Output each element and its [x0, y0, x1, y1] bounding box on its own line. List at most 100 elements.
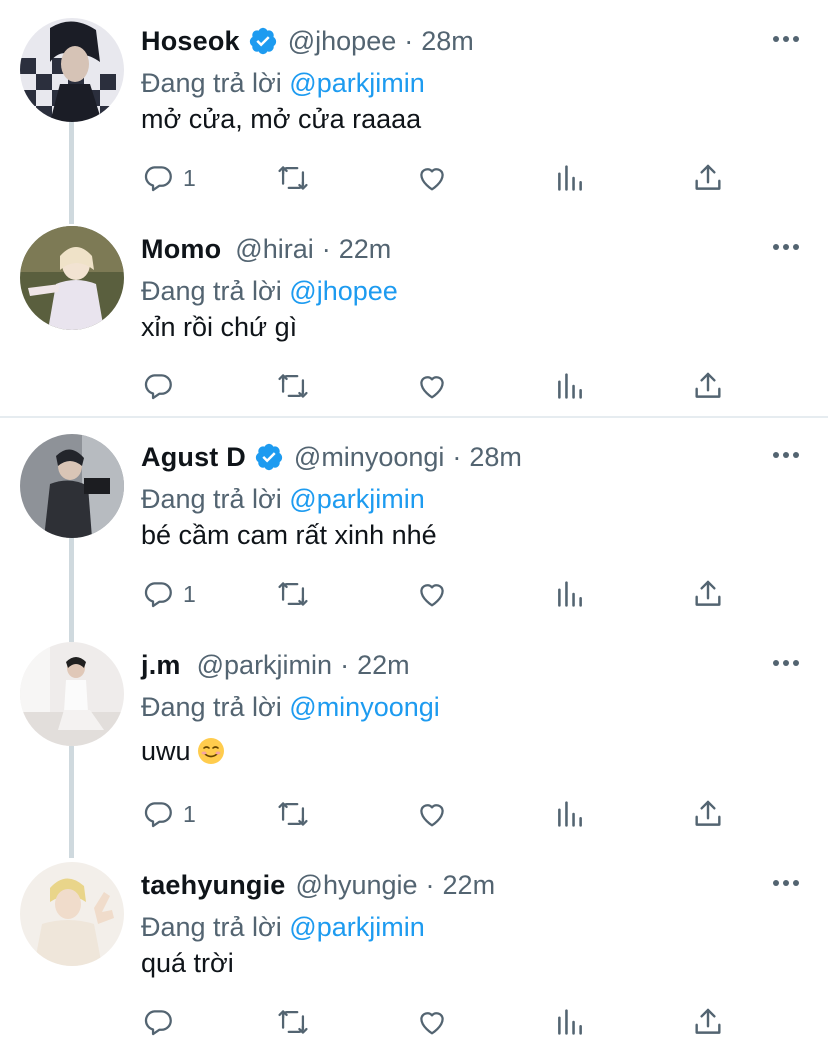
reply-count: 1	[183, 580, 196, 607]
tweet-text-container: uwu	[141, 736, 225, 767]
timestamp[interactable]: 22m	[443, 870, 496, 901]
tweet[interactable]: Agust D @minyoongi · 28m Đang trả lời @p…	[0, 434, 828, 624]
retweet-icon	[278, 374, 308, 398]
share-button[interactable]	[691, 574, 725, 614]
tweet-text: quá trời	[141, 948, 234, 978]
heart-icon	[420, 168, 444, 191]
replying-to: Đang trả lời @jhopee	[141, 276, 398, 307]
replying-to-label: Đang trả lời	[141, 276, 282, 306]
avatar[interactable]	[20, 434, 124, 538]
replying-to-label: Đang trả lời	[141, 692, 282, 722]
reply-button[interactable]: 1	[141, 574, 196, 614]
tweet[interactable]: Hoseok @jhopee · 28m Đang trả lời @parkj…	[0, 18, 828, 208]
views-button[interactable]	[553, 158, 587, 198]
replying-to: Đang trả lời @minyoongi	[141, 692, 440, 723]
timestamp[interactable]: 22m	[357, 650, 410, 681]
views-icon	[558, 801, 582, 827]
more-icon[interactable]	[772, 878, 800, 888]
like-button[interactable]	[415, 158, 449, 198]
more-icon[interactable]	[772, 450, 800, 460]
handle[interactable]: @minyoongi	[294, 442, 444, 473]
reply-icon	[144, 802, 172, 828]
mention-link[interactable]: @jhopee	[289, 276, 398, 306]
avatar[interactable]	[20, 18, 124, 122]
views-icon	[558, 1009, 582, 1035]
reply-button[interactable]	[141, 366, 183, 406]
share-button[interactable]	[691, 794, 725, 834]
timestamp[interactable]: 28m	[469, 442, 522, 473]
heart-icon	[420, 376, 444, 399]
mention-link[interactable]: @minyoongi	[289, 692, 439, 722]
share-button[interactable]	[691, 158, 725, 198]
retweet-button[interactable]	[276, 794, 310, 834]
timestamp[interactable]: 22m	[339, 234, 392, 265]
action-bar: 1	[141, 158, 741, 198]
tweet[interactable]: taehyungie @hyungie · 22m Đang trả lời @…	[0, 862, 828, 1052]
handle[interactable]: @hirai	[235, 234, 313, 265]
retweet-button[interactable]	[276, 158, 310, 198]
reply-icon	[144, 166, 172, 192]
reply-count: 1	[183, 164, 196, 191]
more-icon[interactable]	[772, 658, 800, 668]
heart-icon	[420, 1012, 444, 1035]
retweet-button[interactable]	[276, 1002, 310, 1042]
handle[interactable]: @hyungie	[296, 870, 418, 901]
views-button[interactable]	[553, 366, 587, 406]
display-name[interactable]: taehyungie	[141, 870, 286, 901]
like-button[interactable]	[415, 574, 449, 614]
views-icon	[558, 581, 582, 607]
like-button[interactable]	[415, 794, 449, 834]
reply-button[interactable]: 1	[141, 158, 196, 198]
separator-dot: ·	[404, 25, 414, 56]
reply-count: 1	[183, 800, 196, 827]
replying-to: Đang trả lời @parkjimin	[141, 484, 425, 515]
like-button[interactable]	[415, 366, 449, 406]
share-icon	[695, 580, 721, 606]
display-name[interactable]: Agust D	[141, 442, 246, 473]
display-name[interactable]: Hoseok	[141, 26, 240, 57]
display-name[interactable]: j.m	[141, 650, 181, 681]
views-button[interactable]	[553, 1002, 587, 1042]
replying-to: Đang trả lời @parkjimin	[141, 68, 425, 99]
share-icon	[695, 1008, 721, 1034]
like-button[interactable]	[415, 1002, 449, 1042]
timestamp[interactable]: 28m	[421, 26, 474, 57]
mention-link[interactable]: @parkjimin	[289, 484, 424, 514]
heart-icon	[420, 804, 444, 827]
reply-icon	[144, 582, 172, 608]
retweet-button[interactable]	[276, 574, 310, 614]
replying-to-label: Đang trả lời	[141, 912, 282, 942]
mention-link[interactable]: @parkjimin	[289, 912, 424, 942]
retweet-icon	[278, 802, 308, 826]
replying-to-label: Đang trả lời	[141, 484, 282, 514]
mention-link[interactable]: @parkjimin	[289, 68, 424, 98]
replying-to-label: Đang trả lời	[141, 68, 282, 98]
share-icon	[695, 372, 721, 398]
heart-icon	[420, 584, 444, 607]
tweet-text: uwu	[141, 736, 191, 766]
tweet-text: xỉn rồi chứ gì	[141, 312, 298, 342]
tweet-text: bé cầm cam rất xinh nhé	[141, 520, 437, 550]
tweet[interactable]: j.m @parkjimin · 22m Đang trả lời @minyo…	[0, 642, 828, 842]
avatar[interactable]	[20, 642, 124, 746]
reply-icon	[144, 374, 172, 400]
tweet[interactable]: Momo @hirai · 22m Đang trả lời @jhopee x…	[0, 226, 828, 412]
reply-button[interactable]: 1	[141, 794, 196, 834]
separator-dot: ·	[340, 649, 350, 680]
more-icon[interactable]	[772, 34, 800, 44]
avatar[interactable]	[20, 226, 124, 330]
views-button[interactable]	[553, 574, 587, 614]
share-button[interactable]	[691, 1002, 725, 1042]
display-name[interactable]: Momo	[141, 234, 221, 265]
more-icon[interactable]	[772, 242, 800, 252]
retweet-icon	[278, 582, 308, 606]
separator-dot: ·	[452, 441, 462, 472]
views-button[interactable]	[553, 794, 587, 834]
avatar[interactable]	[20, 862, 124, 966]
handle[interactable]: @jhopee	[288, 26, 397, 57]
thread-separator	[0, 416, 828, 418]
reply-button[interactable]	[141, 1002, 183, 1042]
retweet-button[interactable]	[276, 366, 310, 406]
share-button[interactable]	[691, 366, 725, 406]
handle[interactable]: @parkjimin	[197, 650, 332, 681]
